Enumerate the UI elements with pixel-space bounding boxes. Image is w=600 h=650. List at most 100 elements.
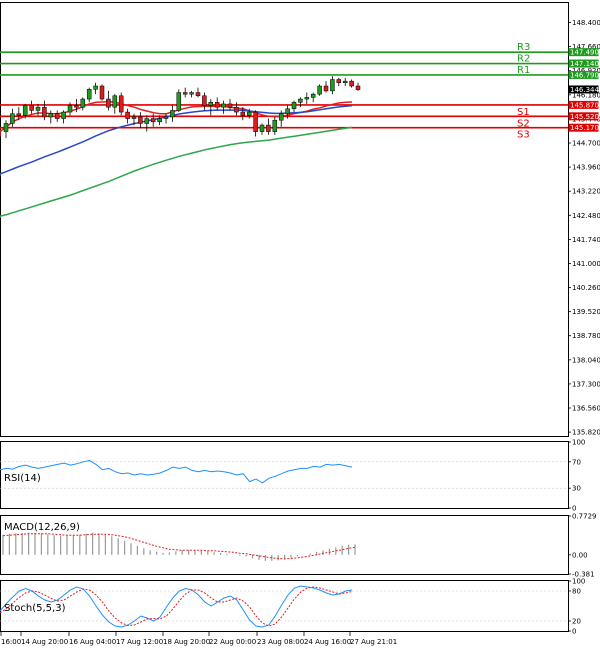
trading-chart: 148.400147.660146.920146.180145.440144.7… — [0, 2, 600, 646]
candle — [176, 89, 182, 113]
price-tick-label: 143.220 — [572, 188, 600, 196]
candle-body-down — [106, 98, 111, 108]
time-tick-label: 24 Aug 16:00 — [304, 638, 351, 646]
stoch-panel-frame — [0, 580, 569, 632]
candle-body-up — [157, 118, 162, 123]
candle-body-down — [150, 118, 156, 123]
price-tick-label: 138.780 — [572, 332, 600, 340]
current-price-tag-text: 146.344 — [570, 86, 599, 94]
price-tick-label: 140.260 — [572, 284, 600, 292]
candle-body-up — [298, 98, 303, 103]
price-tick-label: 138.040 — [572, 356, 600, 364]
price-tick-label: 136.560 — [572, 405, 600, 413]
macd-tick-label: 0.00 — [572, 551, 588, 559]
candle-body-down — [234, 106, 239, 113]
time-tick-label: 16:00 — [1, 638, 21, 646]
candle-body-up — [246, 111, 252, 116]
time-tick-label: 18 Aug 20:00 — [163, 638, 210, 646]
candle-body-up — [310, 93, 316, 98]
pivot-name-s1: S1 — [517, 107, 530, 118]
candle-body-up — [131, 116, 137, 119]
candle-body-down — [253, 111, 258, 132]
candle-body-up — [67, 105, 73, 113]
time-tick-label: 17 Aug 12:00 — [116, 638, 163, 646]
time-axis: 16:00 14 Aug 20:00 16 Aug 04:00 17 Aug 12:0… — [0, 632, 397, 646]
time-tick-label: 16 Aug 04:00 — [69, 638, 116, 646]
candle-body-down — [42, 106, 47, 118]
candle-body-up — [61, 111, 66, 119]
candle-body-down — [240, 111, 246, 116]
level-tag-text: 147.140 — [570, 60, 599, 68]
candle-body-up — [208, 102, 214, 106]
candle-body-down — [195, 92, 201, 97]
candle-body-up — [170, 110, 175, 118]
rsi-panel-frame — [0, 441, 569, 509]
candle-body-down — [118, 95, 124, 113]
time-tick-label: 22 Aug 00:00 — [209, 638, 256, 646]
candle-body-up — [278, 113, 284, 121]
level-tag-text: 145.170 — [570, 124, 599, 132]
pivot-name-r3: R3 — [517, 42, 530, 53]
price-axis-ticks: 148.400147.660146.920146.180145.440144.7… — [568, 19, 600, 437]
candle-body-up — [291, 102, 297, 110]
candle-body-up — [330, 79, 335, 92]
candle-body-down — [266, 124, 271, 132]
level-tag-text: 145.520 — [570, 113, 599, 121]
candle-body-down — [227, 103, 233, 108]
price-tick-label: 143.960 — [572, 164, 600, 172]
candle-body-down — [214, 102, 220, 108]
candle-body-up — [272, 119, 278, 132]
candle-body-up — [259, 124, 265, 132]
candle-body-up — [163, 116, 169, 119]
candle-body-down — [355, 85, 361, 90]
candle-body-up — [10, 113, 15, 124]
candle-body-down — [336, 79, 342, 84]
price-tags: 147.490 147.140 146.790 145.870 145.520 145.1… — [568, 48, 599, 132]
candle-body-up — [221, 103, 226, 108]
rsi-tick-label: 100 — [572, 439, 585, 447]
candle-body-up — [80, 98, 86, 108]
price-tick-label: 148.400 — [572, 19, 600, 27]
level-tag-text: 146.790 — [570, 71, 599, 79]
candle-body-up — [304, 97, 310, 100]
price-panel-frame — [0, 2, 569, 437]
price-tick-label: 144.700 — [572, 139, 600, 147]
time-tick-label: 27 Aug 21:01 — [350, 638, 397, 646]
rsi-tick-label: 70 — [572, 458, 581, 466]
stoch-tick-label: 0 — [572, 628, 576, 636]
price-tick-label: 141.740 — [572, 236, 600, 244]
level-tag-text: 145.870 — [570, 101, 599, 109]
chart-stage: 148.400147.660146.920146.180145.440144.7… — [0, 0, 600, 650]
pivot-name-s2: S2 — [517, 118, 530, 129]
candle-body-down — [16, 113, 22, 116]
stoch-tick-label: 20 — [572, 618, 581, 626]
price-tick-label: 141.000 — [572, 260, 600, 268]
candle-body-down — [99, 85, 105, 100]
candle-body-up — [86, 89, 92, 100]
time-tick-label: 23 Aug 08:00 — [257, 638, 304, 646]
candle-body-down — [125, 111, 130, 119]
rsi-tick-label: 30 — [572, 485, 581, 493]
candle-body-down — [323, 85, 329, 92]
candle-body-up — [112, 95, 118, 108]
candle-body-up — [22, 105, 28, 116]
pivot-name-r2: R2 — [517, 54, 530, 65]
candle — [99, 84, 105, 101]
stoch-tick-label: 80 — [572, 588, 581, 596]
candle-body-up — [35, 106, 41, 111]
candle — [118, 92, 124, 116]
candle — [317, 84, 322, 96]
rsi-tick-label: 0 — [572, 505, 576, 513]
candle-body-up — [189, 92, 194, 95]
candle-body-down — [54, 113, 60, 119]
rsi-title: RSI(14) — [4, 473, 41, 484]
stoch-tick-label: 100 — [572, 578, 585, 586]
candle-body-up — [285, 108, 290, 114]
price-tick-label: 135.820 — [572, 429, 600, 437]
candle-body-up — [48, 113, 54, 118]
candle-body-up — [342, 80, 348, 84]
candle-body-up — [176, 92, 182, 111]
pivot-name-s3: S3 — [517, 130, 530, 141]
pivot-name-r1: R1 — [517, 65, 530, 76]
candle-body-down — [29, 105, 34, 111]
